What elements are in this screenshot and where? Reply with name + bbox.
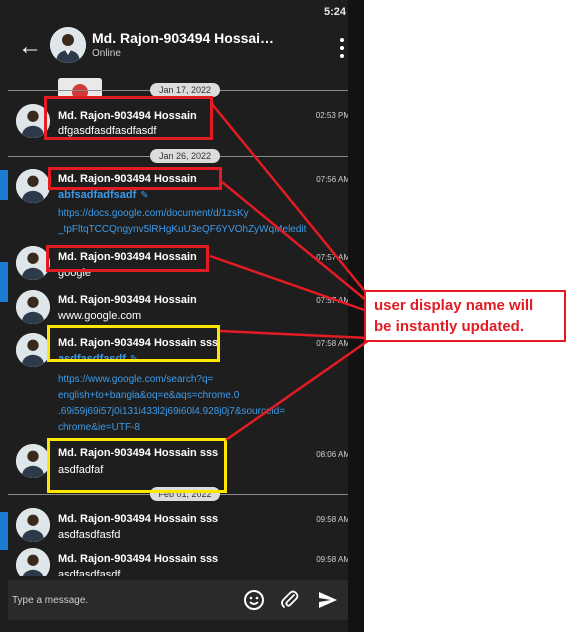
date-pill: Jan 26, 2022 <box>150 149 220 163</box>
message-link[interactable]: .69i59j69i57j0i131i433l2j69i60l4.928j0j7… <box>58 406 285 419</box>
message-text: asdfasdfasfd <box>58 529 121 541</box>
message-text: www.google.com <box>58 310 142 322</box>
person-avatar-icon <box>16 246 50 280</box>
person-avatar-icon <box>16 290 50 324</box>
message-text: abfsadfadfsadf ✎ <box>58 189 149 201</box>
message-composer <box>8 580 356 620</box>
sender-avatar[interactable] <box>16 290 50 324</box>
message-link[interactable]: https://www.google.com/search?q= <box>58 374 213 387</box>
sender-avatar[interactable] <box>16 333 50 367</box>
message-time: 07:57 AM <box>316 253 350 262</box>
highlight-box-red <box>44 96 213 140</box>
chat-screen: 5:24 ← Md. Rajon-903494 Hossai… Online J… <box>8 0 364 632</box>
sender-avatar[interactable] <box>16 508 50 542</box>
highlight-box-red <box>46 245 209 272</box>
message-link[interactable]: https://docs.google.com/document/d/1zsKy <box>58 208 249 221</box>
status-bar: 5:24 <box>8 0 356 24</box>
sender-name: Md. Rajon-903494 Hossain sss <box>58 553 219 565</box>
message-text: asdfasdfasdf <box>58 569 121 576</box>
message-link[interactable]: _tpFltqTCCQngynv5lRHgKuU3eQF6YVOhZyWqMel… <box>58 224 306 237</box>
background-window-strip <box>0 0 8 632</box>
annotation-line: user display name will <box>374 297 534 314</box>
device-frame <box>348 0 364 632</box>
person-avatar-icon <box>16 508 50 542</box>
sender-avatar[interactable] <box>16 444 50 478</box>
annotation-line: be instantly updated. <box>374 318 525 335</box>
header-avatar[interactable] <box>50 27 86 63</box>
message-time: 09:58 AM <box>316 515 350 524</box>
sender-name: Md. Rajon-903494 Hossain <box>58 294 197 306</box>
app-bar: ← Md. Rajon-903494 Hossai… Online <box>8 24 356 98</box>
person-avatar-icon <box>16 548 50 576</box>
message-time: 07:56 AM <box>316 175 350 184</box>
message-time: 07:58 AM <box>316 339 350 348</box>
contact-name[interactable]: Md. Rajon-903494 Hossai… <box>92 30 317 46</box>
highlight-box-yellow <box>47 438 227 493</box>
sender-avatar[interactable] <box>16 246 50 280</box>
pencil-icon[interactable]: ✎ <box>140 190 148 201</box>
annotation-callout: user display name will be instantly upda… <box>364 290 566 342</box>
message-link[interactable]: english+to+bangla&oq=e&aqs=chrome.0 <box>58 390 239 403</box>
person-avatar-icon <box>16 333 50 367</box>
attach-icon[interactable] <box>278 588 302 612</box>
highlight-box-yellow <box>47 325 220 362</box>
date-pill: Jan 17, 2022 <box>150 83 220 97</box>
emoji-icon[interactable] <box>242 588 266 612</box>
sender-avatar[interactable] <box>16 169 50 203</box>
message-time: 09:58 AM <box>316 555 350 564</box>
message-time: 07:57 AM <box>316 296 350 305</box>
status-time: 5:24 <box>323 6 346 18</box>
send-icon[interactable] <box>316 588 340 612</box>
person-avatar-icon <box>16 444 50 478</box>
online-status: Online <box>92 48 121 59</box>
sender-avatar[interactable] <box>16 548 50 576</box>
back-arrow-icon[interactable]: ← <box>16 34 44 62</box>
message-time: 02:53 PM <box>315 111 350 120</box>
message-input[interactable] <box>12 586 232 614</box>
message-time: 08:06 AM <box>316 450 350 459</box>
highlight-box-red <box>48 167 222 190</box>
message-link[interactable]: chrome&ie=UTF-8 <box>58 422 140 435</box>
person-avatar-icon <box>16 169 50 203</box>
sender-name: Md. Rajon-903494 Hossain sss <box>58 513 219 525</box>
person-avatar-icon <box>50 27 86 63</box>
